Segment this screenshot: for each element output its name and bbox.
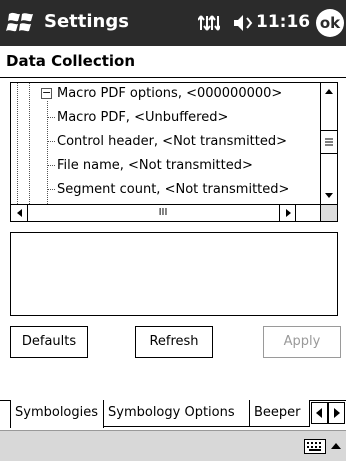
tree-content: − Macro PDF options, <000000000> Macro P… xyxy=(11,83,321,204)
scroll-up-button[interactable] xyxy=(321,83,337,100)
vertical-scroll-thumb[interactable] xyxy=(321,130,337,154)
tree-connector xyxy=(47,141,55,142)
tree-item[interactable]: File name, <Not transmitted> xyxy=(57,155,253,179)
tab-beeper[interactable]: Beeper xyxy=(250,400,310,427)
horizontal-scrollbar[interactable]: III xyxy=(11,204,337,221)
grip-icon xyxy=(325,138,333,146)
refresh-button[interactable]: Refresh xyxy=(135,326,213,358)
scroll-left-button[interactable] xyxy=(11,205,28,221)
tree-item[interactable]: Macro PDF options, <000000000> xyxy=(57,83,282,107)
scroll-right-button[interactable] xyxy=(279,205,296,221)
arrow-left-icon xyxy=(17,209,22,217)
tab-scroll-right-button[interactable] xyxy=(328,402,345,424)
tab-symbology-options[interactable]: Symbology Options xyxy=(104,400,250,427)
horizontal-scroll-thumb[interactable]: III xyxy=(151,205,175,221)
tab-scroll-arrows xyxy=(311,402,345,424)
arrow-right-icon xyxy=(286,209,291,217)
tree-connector xyxy=(47,165,55,166)
settings-tree-view[interactable]: − Macro PDF options, <000000000> Macro P… xyxy=(10,82,338,222)
collapse-icon[interactable]: − xyxy=(41,87,52,99)
windows-start-icon[interactable] xyxy=(4,6,38,40)
tree-connector xyxy=(47,189,55,190)
arrow-down-icon xyxy=(325,193,333,198)
apply-button[interactable]: Apply xyxy=(263,326,341,358)
connectivity-icon[interactable] xyxy=(198,13,220,33)
tree-item[interactable]: Segment count, <Not transmitted> xyxy=(57,179,289,203)
scroll-down-button[interactable] xyxy=(321,187,337,204)
ok-button[interactable]: ok xyxy=(316,9,344,37)
page-title: Data Collection xyxy=(6,52,136,70)
title-divider xyxy=(0,77,346,78)
tree-connector xyxy=(47,117,55,118)
arrow-left-icon xyxy=(316,408,322,418)
tree-item[interactable]: Control header, <Not transmitted> xyxy=(57,131,287,155)
grip-label: III xyxy=(158,207,168,218)
title-bar: Settings 11:16 ok xyxy=(0,0,346,46)
command-bar xyxy=(0,430,346,461)
tab-scroll-left-button[interactable] xyxy=(311,402,328,424)
arrow-right-icon xyxy=(334,408,340,418)
input-menu-arrow-icon[interactable] xyxy=(330,441,342,451)
tree-item[interactable]: Macro PDF, <Unbuffered> xyxy=(57,107,228,131)
tree-guide-line xyxy=(17,83,18,204)
description-box xyxy=(10,232,338,316)
defaults-label: Defaults xyxy=(21,334,77,349)
tab-label: Beeper xyxy=(254,405,301,420)
vertical-scrollbar[interactable] xyxy=(320,83,337,204)
tab-label: Symbology Options xyxy=(108,405,235,420)
tab-symbologies[interactable]: Symbologies xyxy=(10,400,104,428)
keyboard-icon[interactable] xyxy=(304,439,326,454)
apply-label: Apply xyxy=(283,334,321,349)
tab-label: Symbologies xyxy=(15,405,99,420)
scrollbar-corner xyxy=(320,204,337,221)
defaults-button[interactable]: Defaults xyxy=(10,326,88,358)
clock[interactable]: 11:16 xyxy=(256,12,310,32)
volume-icon[interactable] xyxy=(232,12,256,34)
refresh-label: Refresh xyxy=(149,334,199,349)
arrow-up-icon xyxy=(325,89,333,94)
tree-guide-line xyxy=(29,83,30,204)
app-title: Settings xyxy=(44,11,129,32)
